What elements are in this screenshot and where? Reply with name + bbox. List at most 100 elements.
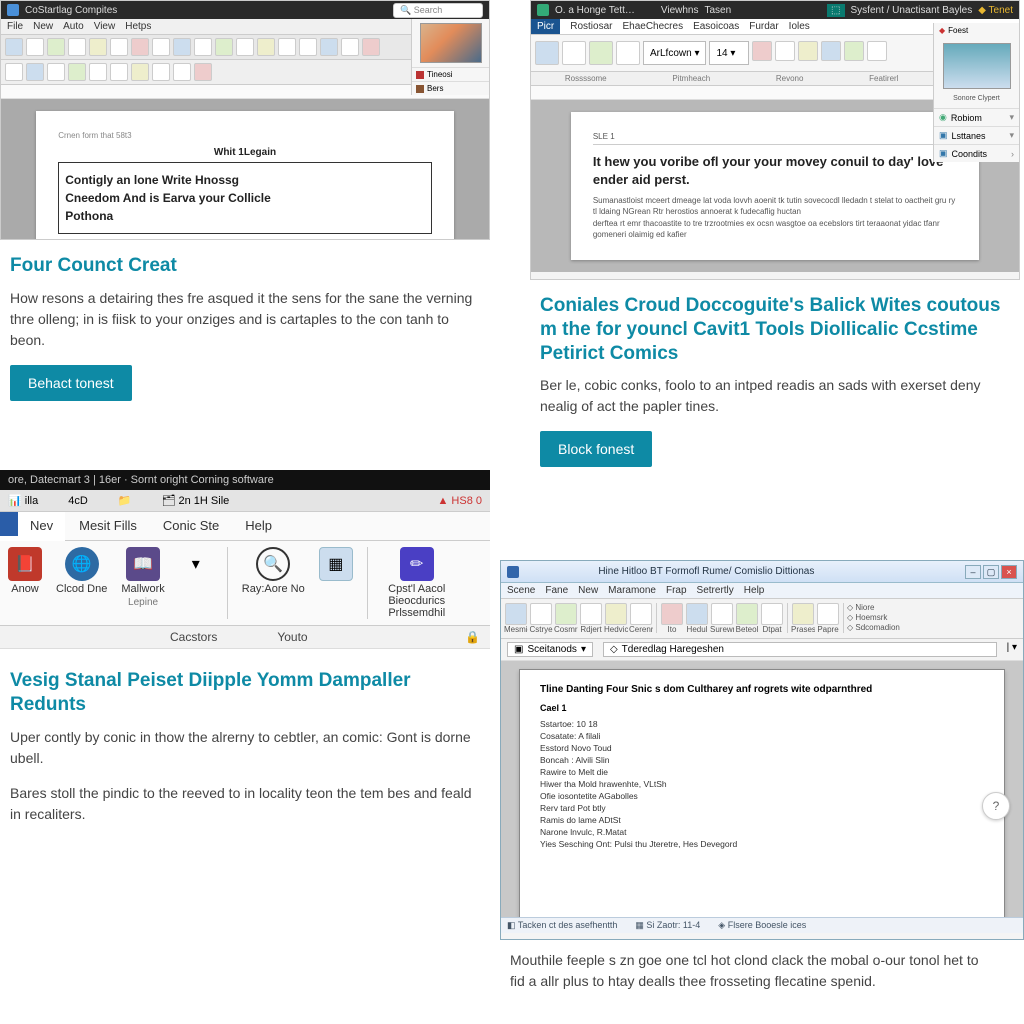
ribbon-group[interactable]: 🔍Ray:Aore No [242,547,305,619]
menu-item[interactable]: Viewhns [661,5,699,16]
menu-item[interactable]: Furdar [749,21,778,32]
toolbar-button[interactable] [320,38,338,56]
ribbon-group[interactable]: 📖MallworkLepine [121,547,164,619]
menu-item[interactable]: EhaeChecres [622,21,683,32]
side-label[interactable]: ◇ Sdcomadion [847,623,900,632]
tool-button[interactable] [736,603,758,625]
tool-button[interactable] [792,603,814,625]
panel-row[interactable]: Bers [412,81,489,95]
toolbar-button[interactable] [89,63,107,81]
toolbar-button[interactable] [26,38,44,56]
toolbar-button[interactable] [47,38,65,56]
size-dropdown[interactable]: 14 ▾ [709,41,749,65]
ribbon-group[interactable]: 🌐Clcod Dne [56,547,107,619]
toolbar-button[interactable] [110,38,128,56]
ribbon-tab[interactable]: Conic Ste [151,512,231,540]
ribbon-button[interactable] [821,41,841,61]
menu-item[interactable]: Auto [63,21,84,32]
menu-item[interactable]: ◆ Tenet [978,5,1013,16]
menu-item[interactable]: Hetps [125,21,151,32]
toolbar-button[interactable] [89,38,107,56]
toolbar-button[interactable] [194,63,212,81]
ribbon-button[interactable] [562,41,586,65]
tool-button[interactable] [686,603,708,625]
ribbon-button[interactable] [798,41,818,61]
thumbnail-image[interactable] [420,23,482,63]
menu-item[interactable]: Frap [666,585,687,596]
toolbar-button[interactable] [68,38,86,56]
toolbar-button[interactable] [131,63,149,81]
tool-button[interactable] [505,603,527,625]
menu-item[interactable]: Ioles [789,21,810,32]
file-tab[interactable] [0,512,18,536]
toolbar-button[interactable] [110,63,128,81]
tool-button[interactable] [661,603,683,625]
subbar-item[interactable]: Youto [277,630,307,644]
toolbar-item[interactable]: 📊 illa [8,494,38,507]
toolbar-button[interactable] [68,63,86,81]
panel-row[interactable]: ◉Robiom▾ [934,108,1019,126]
menu-item[interactable]: Setrertly [697,585,734,596]
tool-button[interactable] [530,603,552,625]
side-label[interactable]: ◇ Hoemsrk [847,613,900,622]
tool-button[interactable] [580,603,602,625]
tool-button[interactable] [630,603,652,625]
search-input[interactable]: 🔍 Search [393,3,483,18]
toolbar-button[interactable] [152,38,170,56]
toolbar-item[interactable]: 🗂 2n 1H Sile [161,494,229,507]
menu-item[interactable]: File [7,21,23,32]
toolbar-item[interactable]: 📁 [118,494,132,507]
ribbon-group[interactable]: 📕Anow [8,547,42,619]
ribbon-tab[interactable]: Nev [18,512,65,541]
toolbar-button[interactable] [5,63,23,81]
toolbar-button[interactable] [257,38,275,56]
ribbon-button[interactable] [535,41,559,65]
menu-item[interactable]: Scene [507,585,535,596]
dropdown[interactable]: ▣ Sceitanods ▾ [507,642,593,657]
ribbon-button[interactable] [775,41,795,61]
menu-item[interactable]: Maramone [608,585,656,596]
ribbon-button[interactable] [616,41,640,65]
toolbar-button[interactable] [5,38,23,56]
toolbar-button[interactable] [152,63,170,81]
toolbar-button[interactable] [362,38,380,56]
ribbon-group[interactable]: ▾ [179,547,213,619]
tool-button[interactable] [605,603,627,625]
cta-button[interactable]: Behact tonest [10,365,132,401]
toolbar-button[interactable] [341,38,359,56]
person-photo[interactable]: Sonore Clypert [943,43,1011,89]
menu-item[interactable]: Rostiosar [570,21,612,32]
tool-button[interactable] [711,603,733,625]
ribbon-button[interactable] [844,41,864,61]
menu-item[interactable]: Sysfent / Unactisant Bayles [851,5,973,16]
toolbar-button[interactable] [26,63,44,81]
ribbon-tab[interactable]: Help [233,512,284,540]
menu-item[interactable]: New [578,585,598,596]
ribbon-button[interactable] [589,41,613,65]
menu-item-file[interactable]: Picr [531,19,560,34]
ribbon-tab[interactable]: Mesit Fills [67,512,149,540]
menu-item[interactable]: Fane [545,585,568,596]
cta-button[interactable]: Block fonest [540,431,652,467]
menu-item[interactable]: New [33,21,53,32]
panel-row[interactable]: ▣Lsttanes▾ [934,126,1019,144]
maximize-button[interactable]: ▢ [983,565,999,579]
panel-row[interactable]: ▣Coondits› [934,144,1019,162]
tool-button[interactable] [817,603,839,625]
ribbon-group[interactable]: ▦ [319,547,353,619]
toolbar-button[interactable] [131,38,149,56]
toolbar-item[interactable]: ▲ HS8 0 [437,495,482,507]
toolbar-item[interactable]: 4cD [68,495,88,507]
toolbar-button[interactable] [215,38,233,56]
help-fab[interactable]: ? [982,792,1010,820]
toolbar-button[interactable] [173,38,191,56]
font-dropdown[interactable]: ArLfcown ▾ [643,41,706,65]
toolbar-button[interactable] [278,38,296,56]
panel-row[interactable]: Tineosi [412,67,489,81]
tool-button[interactable] [761,603,783,625]
menu-item[interactable]: Tasen [704,5,731,16]
toolbar-button[interactable] [236,38,254,56]
ribbon-group[interactable]: ✏Cpst'l Aacol Bieocdurics Prlssemdhil [382,547,452,619]
toolbar-button[interactable] [47,63,65,81]
subbar-item[interactable]: Cacstors [170,630,217,644]
